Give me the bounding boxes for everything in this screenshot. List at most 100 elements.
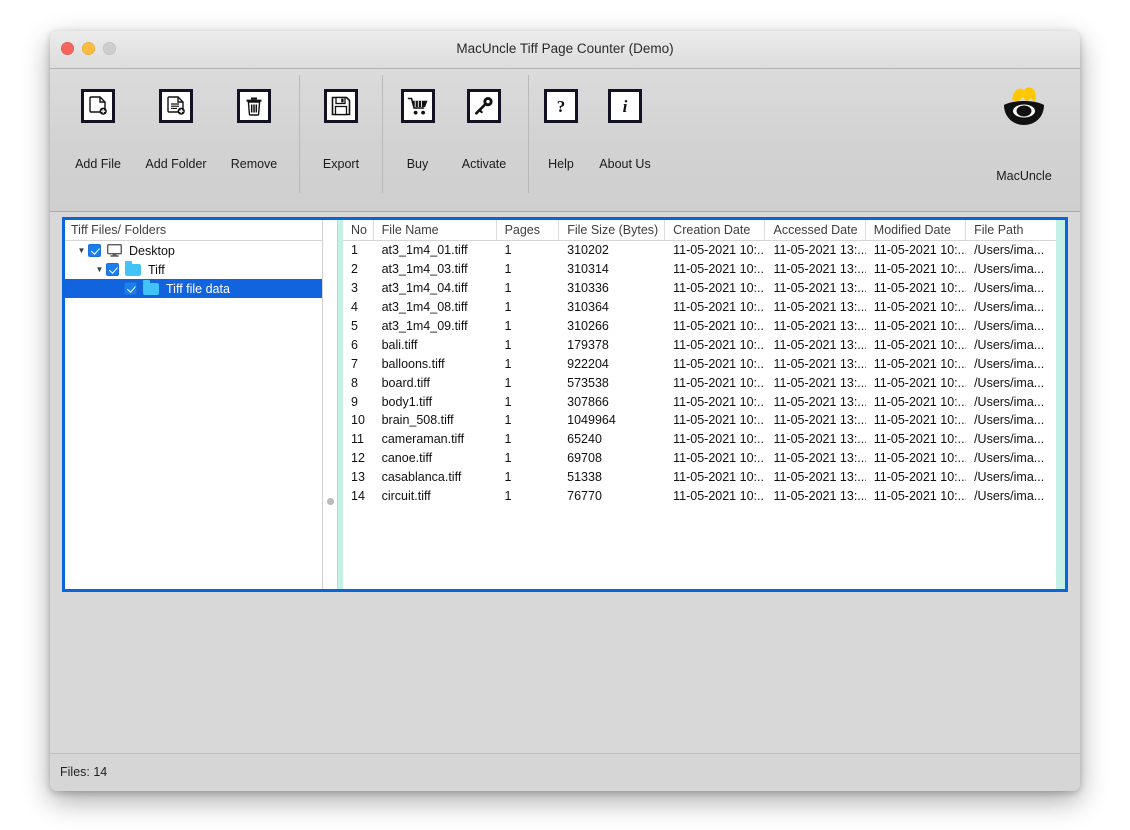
cell-no: 11 [351,432,364,447]
table-row[interactable]: 7 balloons.tiff 1 922204 11-05-2021 10:... 11… [343,354,1056,373]
tiff-files-tree-panel: Tiff Files/ Folders ▼ Desktop ▼ Tiff Tif… [65,220,323,589]
add-folder-button[interactable]: Add Folder [137,75,215,171]
chevron-down-icon[interactable]: ▼ [93,265,106,274]
cell-pages: 1 [504,337,512,352]
folder-icon [125,260,141,276]
table-row[interactable]: 8 board.tiff 1 573538 11-05-2021 10:... 11-05… [343,373,1056,392]
svg-text:i: i [623,97,628,116]
column-header-creation-date[interactable]: Creation Date [665,220,766,240]
cell-accessed-date: 11-05-2021 13:... [773,319,866,333]
activate-button[interactable]: Activate [446,75,522,171]
column-header-file-size[interactable]: File Size (Bytes) [559,220,666,240]
tree-node-tiff[interactable]: ▼ Tiff [65,260,322,279]
table-row[interactable]: 1 at3_1m4_01.tiff 1 310202 11-05-2021 10:...… [343,241,1056,260]
cell-creation-date: 11-05-2021 10:... [673,300,766,315]
export-label: Export [322,157,360,171]
cell-file-name: circuit.tiff [381,489,431,504]
cell-pages: 1 [504,489,512,504]
column-header-accessed-date[interactable]: Accessed Date [765,220,866,240]
cell-file-path: /Users/ima... [974,300,1045,315]
svg-text:?: ? [557,97,566,116]
cell-file-path: /Users/ima... [974,243,1045,258]
cell-file-size: 179378 [567,337,609,352]
table-row[interactable]: 10 brain_508.tiff 1 1049964 11-05-2021 10:..… [343,411,1056,430]
tree-body[interactable]: ▼ Desktop ▼ Tiff Tiff file data [65,241,322,589]
cell-file-name: at3_1m4_01.tiff [381,243,468,258]
cell-modified-date: 11-05-2021 10:... [873,319,967,333]
question-mark-icon: ? [544,89,578,123]
tree-node-tiff-file-data[interactable]: ▼ Tiff file data [65,279,322,298]
cell-modified-date: 11-05-2021 10:... [873,300,967,315]
tree-node-desktop[interactable]: ▼ Desktop [65,241,322,260]
table-row[interactable]: 4 at3_1m4_08.tiff 1 310364 11-05-2021 10:...… [343,298,1056,317]
toolbar-group-help: ? Help i About Us [535,75,663,171]
tree-node-label: Tiff file data [166,281,230,296]
document-add-icon [81,89,115,123]
cell-pages: 1 [504,262,512,277]
column-header-no[interactable]: No [343,220,374,240]
tree-node-checkbox[interactable] [88,244,101,257]
cell-accessed-date: 11-05-2021 13:... [773,394,866,409]
cell-file-size: 310266 [567,319,609,333]
buy-label: Buy [406,157,429,171]
cell-accessed-date: 11-05-2021 13:... [773,489,866,504]
cell-pages: 1 [504,281,512,296]
table-row[interactable]: 9 body1.tiff 1 307866 11-05-2021 10:... 11-05… [343,392,1056,411]
cell-file-name: brain_508.tiff [381,413,454,428]
add-folder-label: Add Folder [145,157,207,171]
cell-modified-date: 11-05-2021 10:... [873,413,967,428]
cell-accessed-date: 11-05-2021 13:... [773,262,866,277]
cell-modified-date: 11-05-2021 10:... [873,243,967,258]
table-row[interactable]: 5 at3_1m4_09.tiff 1 310266 11-05-2021 10:...… [343,317,1056,336]
cell-file-path: /Users/ima... [974,470,1045,485]
chevron-down-icon[interactable]: ▼ [75,246,88,255]
export-button[interactable]: Export [306,75,376,171]
table-row[interactable]: 11 cameraman.tiff 1 65240 11-05-2021 10:... 1… [343,430,1056,449]
table-row[interactable]: 6 bali.tiff 1 179378 11-05-2021 10:... 11-05-… [343,335,1056,354]
file-table-body[interactable]: 1 at3_1m4_01.tiff 1 310202 11-05-2021 10:...… [343,241,1056,589]
tree-node-checkbox[interactable] [106,263,119,276]
column-header-modified-date[interactable]: Modified Date [866,220,967,240]
table-row[interactable]: 3 at3_1m4_04.tiff 1 310336 11-05-2021 10:...… [343,279,1056,298]
table-row[interactable]: 2 at3_1m4_03.tiff 1 310314 11-05-2021 10:...… [343,260,1056,279]
cell-creation-date: 11-05-2021 10:... [673,432,766,447]
tree-node-checkbox[interactable] [124,282,137,295]
add-file-button[interactable]: Add File [59,75,137,171]
table-row[interactable]: 13 casablanca.tiff 1 51338 11-05-2021 10:...… [343,468,1056,487]
table-row[interactable]: 12 canoe.tiff 1 69708 11-05-2021 10:... 11-05… [343,449,1056,468]
table-row[interactable]: 14 circuit.tiff 1 76770 11-05-2021 10:... 11-… [343,487,1056,506]
splitter-grab-handle[interactable] [327,498,334,505]
cell-accessed-date: 11-05-2021 13:... [773,356,866,371]
table-header-row: No File Name Pages File Size (Bytes) Cre… [343,220,1056,241]
cell-creation-date: 11-05-2021 10:... [673,394,766,409]
about-us-button[interactable]: i About Us [587,75,663,171]
cell-file-name: cameraman.tiff [381,432,465,447]
cell-file-path: /Users/ima... [974,413,1045,428]
cell-no: 13 [351,470,365,485]
help-button[interactable]: ? Help [535,75,587,171]
cell-pages: 1 [504,300,512,315]
info-italic-i-icon: i [608,89,642,123]
panel-splitter[interactable] [323,220,338,589]
cell-file-size: 310314 [567,262,609,277]
cell-file-size: 310364 [567,300,609,315]
column-header-file-path[interactable]: File Path [966,220,1056,240]
cell-pages: 1 [504,451,512,466]
column-header-pages[interactable]: Pages [497,220,560,240]
cell-file-path: /Users/ima... [974,489,1045,504]
cell-file-size: 76770 [567,489,602,504]
cell-modified-date: 11-05-2021 10:... [873,337,967,352]
cell-file-size: 69708 [567,451,602,466]
table-vertical-scrollbar[interactable] [1056,220,1065,589]
buy-button[interactable]: Buy [389,75,446,171]
folder-icon [143,279,159,295]
cell-file-size: 573538 [567,375,609,390]
cell-pages: 1 [504,319,512,333]
cell-modified-date: 11-05-2021 10:... [873,375,967,390]
cell-modified-date: 11-05-2021 10:... [873,470,967,485]
macuncle-logo-icon [998,83,1050,133]
cell-file-path: /Users/ima... [974,319,1045,333]
remove-button[interactable]: Remove [215,75,293,171]
cell-creation-date: 11-05-2021 10:... [673,337,766,352]
column-header-file-name[interactable]: File Name [374,220,497,240]
